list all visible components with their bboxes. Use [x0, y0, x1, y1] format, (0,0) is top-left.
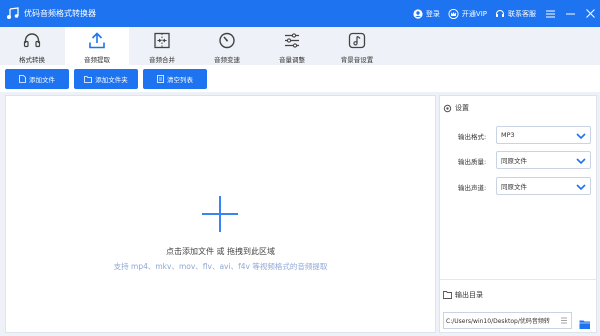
tab-label: 背景音设置 [340, 56, 374, 64]
sliders-icon [283, 31, 301, 49]
headset-icon [496, 9, 504, 17]
vip-button[interactable]: 开通VIP [448, 8, 487, 19]
close-icon [585, 9, 595, 18]
output-dir-title: 输出目录 [455, 291, 483, 299]
clear-list-icon [157, 75, 164, 83]
action-toolbar: 添加文件 添加文件夹 清空列表 [0, 65, 600, 92]
panel-divider [440, 279, 596, 280]
output-path-value: C:/Users/win10/Desktop/优码音频转 [446, 318, 550, 325]
output-dir-header: 输出目录 [443, 290, 483, 300]
folder-icon [443, 291, 452, 299]
output-format-value: MP3 [501, 131, 515, 139]
tab-format-convert[interactable]: 格式转换 [0, 27, 64, 65]
clear-list-label: 清空列表 [167, 76, 193, 84]
tab-audio-merge[interactable]: 音频合并 [130, 27, 194, 65]
add-folder-button[interactable]: 添加文件夹 [74, 69, 138, 89]
speed-dial-icon [218, 31, 236, 49]
chevron-down-icon [576, 133, 586, 140]
login-label: 登录 [425, 9, 440, 18]
output-quality-label: 输出质量: [458, 158, 487, 166]
login-button[interactable]: 登录 [413, 8, 440, 19]
vip-label: 开通VIP [461, 9, 487, 18]
menu-icon [545, 10, 555, 17]
tab-audio-speed[interactable]: 音频变速 [195, 27, 259, 65]
menu-button[interactable] [544, 8, 556, 20]
output-format-select[interactable]: MP3 [496, 126, 591, 144]
user-icon [413, 8, 423, 19]
tab-volume-adjust[interactable]: 音量调整 [260, 27, 324, 65]
add-file-label: 添加文件 [29, 76, 55, 84]
clear-list-button[interactable]: 清空列表 [143, 69, 207, 89]
crown-icon [448, 8, 459, 19]
tab-audio-extract[interactable]: 音频提取 [65, 27, 129, 65]
settings-title: 设置 [455, 104, 469, 112]
output-channel-select[interactable]: 同原文件 [496, 177, 591, 195]
tab-label: 音频变速 [214, 56, 240, 64]
tab-label: 音量调整 [279, 56, 305, 64]
output-quality-value: 同原文件 [501, 157, 527, 165]
function-tabs: 格式转换 音频提取 音频合并 音频变速 音量调整 背景音设置 [0, 27, 600, 65]
plus-icon [202, 196, 238, 232]
title-bar: 优码音频格式转换器 登录 开通VIP 联系客服 [0, 0, 600, 27]
music-note-icon [348, 31, 366, 49]
add-folder-label: 添加文件夹 [95, 76, 128, 84]
output-format-label: 输出格式: [458, 133, 487, 141]
tab-background-music[interactable]: 背景音设置 [325, 27, 389, 65]
output-path-field[interactable]: C:/Users/win10/Desktop/优码音频转 [443, 312, 572, 329]
output-quality-select[interactable]: 同原文件 [496, 151, 591, 169]
tab-label: 格式转换 [19, 56, 45, 64]
merge-icon [153, 31, 171, 49]
settings-panel: 设置 输出格式: MP3 输出质量: 同原文件 输出声道: 同原文件 输出目录 … [439, 95, 597, 333]
support-button[interactable]: 联系客服 [495, 9, 536, 19]
output-channel-label: 输出声道: [458, 184, 487, 192]
file-drop-area[interactable]: 点击添加文件 或 拖拽到此区域 支持 mp4、mkv、mov、flv、avi、f… [5, 95, 436, 333]
add-file-button[interactable]: 添加文件 [5, 69, 69, 89]
open-folder-button[interactable] [579, 315, 591, 329]
settings-header: 设置 [443, 103, 469, 113]
tab-label: 音频提取 [84, 56, 110, 64]
tab-label: 音频合并 [149, 56, 175, 64]
headphones-icon [23, 31, 41, 49]
file-icon [19, 75, 26, 83]
support-label: 联系客服 [508, 9, 536, 18]
app-title: 优码音频格式转换器 [24, 9, 96, 18]
output-channel-value: 同原文件 [501, 183, 527, 191]
gear-icon [443, 104, 452, 112]
chevron-down-icon [576, 184, 586, 191]
upload-icon [88, 31, 106, 49]
close-button[interactable] [584, 8, 596, 20]
minimize-icon [565, 13, 575, 14]
folder-icon [84, 75, 93, 83]
more-icon [561, 317, 567, 324]
open-folder-icon [579, 320, 590, 329]
minimize-button[interactable] [564, 8, 576, 20]
app-logo-icon [5, 7, 19, 21]
supported-formats-hint: 支持 mp4、mkv、mov、flv、avi、f4v 等视频格式的音频提取 [113, 262, 328, 271]
drop-instruction: 点击添加文件 或 拖拽到此区域 [165, 247, 276, 256]
chevron-down-icon [576, 158, 586, 165]
